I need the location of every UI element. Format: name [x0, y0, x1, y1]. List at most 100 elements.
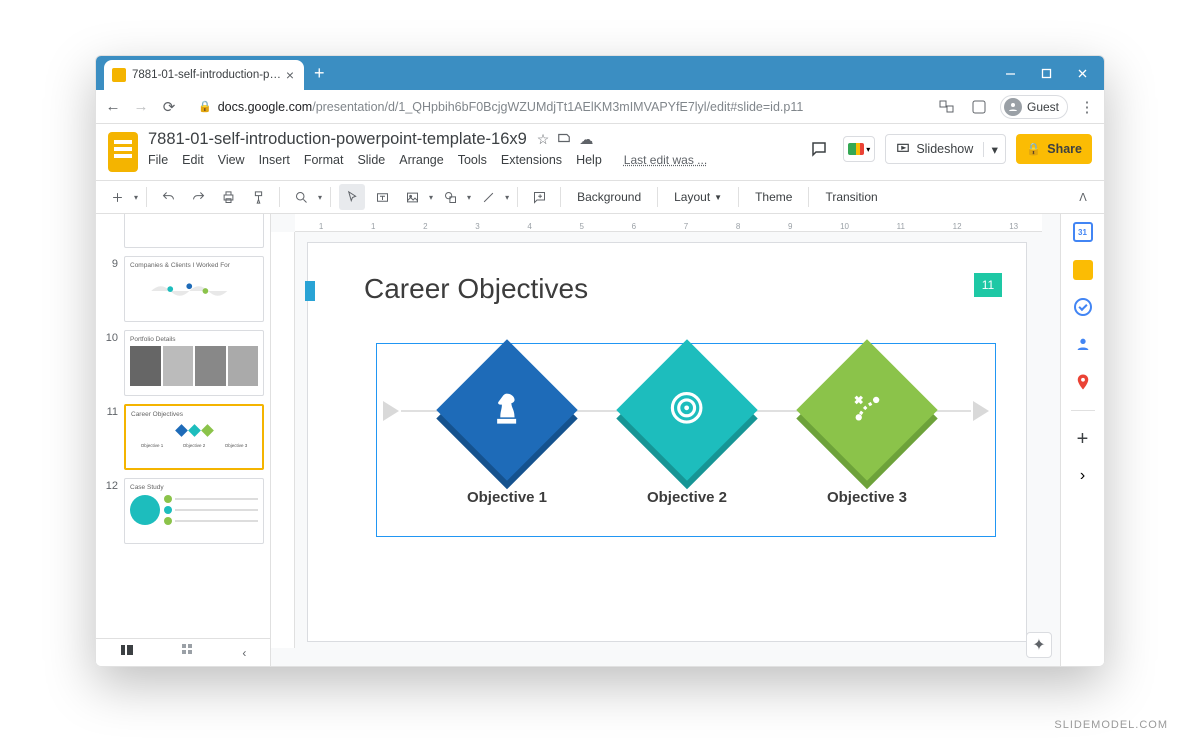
- slide-thumb-10[interactable]: 10 Portfolio Details: [96, 326, 270, 400]
- contacts-icon[interactable]: [1073, 334, 1093, 354]
- keep-icon[interactable]: [1073, 260, 1093, 280]
- slide-thumb-11[interactable]: 11 Career Objectives Objective 1Objectiv…: [96, 400, 270, 474]
- profile-chip[interactable]: Guest: [1000, 95, 1068, 119]
- undo-button[interactable]: [155, 184, 181, 210]
- star-icon[interactable]: ☆: [537, 131, 550, 148]
- move-icon[interactable]: [557, 131, 571, 148]
- calendar-icon[interactable]: 31: [1073, 222, 1093, 242]
- diamond-1[interactable]: [436, 339, 577, 480]
- hide-sidepanel-icon[interactable]: ›: [1080, 467, 1085, 485]
- new-tab-button[interactable]: +: [304, 63, 335, 84]
- vertical-ruler: [271, 232, 295, 648]
- slide-thumb-12[interactable]: 12 Case Study: [96, 474, 270, 548]
- paint-format-button[interactable]: [245, 184, 271, 210]
- maximize-button[interactable]: [1028, 59, 1064, 87]
- lock-icon: 🔒: [198, 100, 212, 113]
- slides-logo-icon[interactable]: [108, 132, 138, 172]
- share-label: Share: [1047, 142, 1082, 156]
- theme-button[interactable]: Theme: [747, 184, 800, 210]
- menu-format[interactable]: Format: [304, 153, 344, 167]
- menu-slide[interactable]: Slide: [357, 153, 385, 167]
- meet-button[interactable]: ▾: [843, 136, 875, 162]
- diamond-2[interactable]: [616, 339, 757, 480]
- window-controls: [992, 56, 1104, 90]
- slideshow-label: Slideshow: [916, 142, 973, 156]
- meet-icon: [848, 143, 864, 155]
- print-button[interactable]: [215, 184, 241, 210]
- watermark-text: SLIDEMODEL.COM: [1054, 719, 1168, 731]
- shape-tool[interactable]: [437, 184, 463, 210]
- textbox-tool[interactable]: [369, 184, 395, 210]
- background-button[interactable]: Background: [569, 184, 649, 210]
- transition-button[interactable]: Transition: [817, 184, 885, 210]
- favicon-icon: [112, 68, 126, 82]
- toolbar: ▾ ▾ ▾ ▾ ▾ Background Layout▼ Theme Trans…: [96, 180, 1104, 214]
- filmstrip-footer: ‹: [96, 638, 270, 666]
- collapse-filmstrip-icon[interactable]: ‹: [242, 646, 246, 660]
- share-button[interactable]: 🔒 Share: [1016, 134, 1092, 164]
- menu-file[interactable]: File: [148, 153, 168, 167]
- filmstrip[interactable]: 9 Companies & Clients I Worked For 10 Po…: [96, 214, 271, 666]
- slideshow-caret-icon[interactable]: ▾: [983, 142, 999, 157]
- objective-label-3[interactable]: Objective 3: [797, 489, 937, 506]
- menu-tools[interactable]: Tools: [458, 153, 487, 167]
- slide-canvas[interactable]: Career Objectives 11 Objective 1 Objecti…: [307, 242, 1027, 642]
- filmstrip-view-icon[interactable]: [120, 643, 134, 662]
- comment-add-button[interactable]: [526, 184, 552, 210]
- line-tool[interactable]: [475, 184, 501, 210]
- document-title[interactable]: 7881-01-self-introduction-powerpoint-tem…: [148, 130, 527, 149]
- kebab-menu-icon[interactable]: ⋮: [1078, 98, 1096, 116]
- comments-button[interactable]: [805, 135, 833, 163]
- selection-box[interactable]: Objective 1 Objective 2 Objective 3: [376, 343, 996, 537]
- tab-close-icon[interactable]: ×: [284, 67, 296, 83]
- menu-help[interactable]: Help: [576, 153, 602, 167]
- slide-title[interactable]: Career Objectives: [364, 273, 588, 305]
- slide-thumb-9[interactable]: 9 Companies & Clients I Worked For: [96, 252, 270, 326]
- zoom-button[interactable]: [288, 184, 314, 210]
- menu-extensions[interactable]: Extensions: [501, 153, 562, 167]
- close-window-button[interactable]: [1064, 59, 1100, 87]
- canvas-area[interactable]: 112345678910111213 Career Objectives 11 …: [271, 214, 1060, 666]
- horizontal-ruler: 112345678910111213: [295, 214, 1042, 232]
- cloud-status-icon[interactable]: ☁: [579, 131, 593, 148]
- back-button[interactable]: ←: [104, 98, 122, 116]
- app-body: 9 Companies & Clients I Worked For 10 Po…: [96, 214, 1104, 666]
- diamond-3[interactable]: [796, 339, 937, 480]
- extension-icon[interactable]: [968, 96, 990, 118]
- titlebar: 7881-01-self-introduction-powe × +: [96, 56, 1104, 90]
- translate-icon[interactable]: [936, 96, 958, 118]
- explore-button[interactable]: ✦: [1026, 632, 1052, 658]
- slide-thumb-8[interactable]: [96, 214, 270, 252]
- redo-button[interactable]: [185, 184, 211, 210]
- slideshow-button[interactable]: Slideshow ▾: [885, 134, 1006, 164]
- target-icon: [668, 389, 706, 432]
- image-tool[interactable]: [399, 184, 425, 210]
- objective-label-1[interactable]: Objective 1: [437, 489, 577, 506]
- menu-edit[interactable]: Edit: [182, 153, 204, 167]
- menu-view[interactable]: View: [218, 153, 245, 167]
- browser-window: 7881-01-self-introduction-powe × + ← → ⟳…: [95, 55, 1105, 667]
- strategy-icon: [848, 389, 886, 432]
- tasks-icon[interactable]: [1074, 298, 1092, 316]
- grid-view-icon[interactable]: [181, 643, 195, 662]
- forward-button[interactable]: →: [132, 98, 150, 116]
- knight-icon: [488, 389, 526, 432]
- addons-button[interactable]: +: [1073, 429, 1093, 449]
- reload-button[interactable]: ⟳: [160, 98, 178, 116]
- slide-accent-bar: [305, 281, 315, 301]
- menu-arrange[interactable]: Arrange: [399, 153, 443, 167]
- maps-icon[interactable]: [1073, 372, 1093, 392]
- last-edit-text[interactable]: Last edit was ...: [624, 153, 707, 167]
- app-header: 7881-01-self-introduction-powerpoint-tem…: [96, 124, 1104, 180]
- collapse-toolbar-button[interactable]: ᐱ: [1070, 184, 1096, 210]
- browser-tab[interactable]: 7881-01-self-introduction-powe ×: [104, 60, 304, 90]
- slide-number-badge: 11: [974, 273, 1002, 297]
- minimize-button[interactable]: [992, 59, 1028, 87]
- layout-button[interactable]: Layout▼: [666, 184, 730, 210]
- address-bar[interactable]: 🔒 docs.google.com/presentation/d/1_QHpbi…: [188, 94, 926, 120]
- side-panel: 31 + ›: [1060, 214, 1104, 666]
- menu-insert[interactable]: Insert: [259, 153, 290, 167]
- objective-label-2[interactable]: Objective 2: [617, 489, 757, 506]
- new-slide-button[interactable]: [104, 184, 130, 210]
- select-tool[interactable]: [339, 184, 365, 210]
